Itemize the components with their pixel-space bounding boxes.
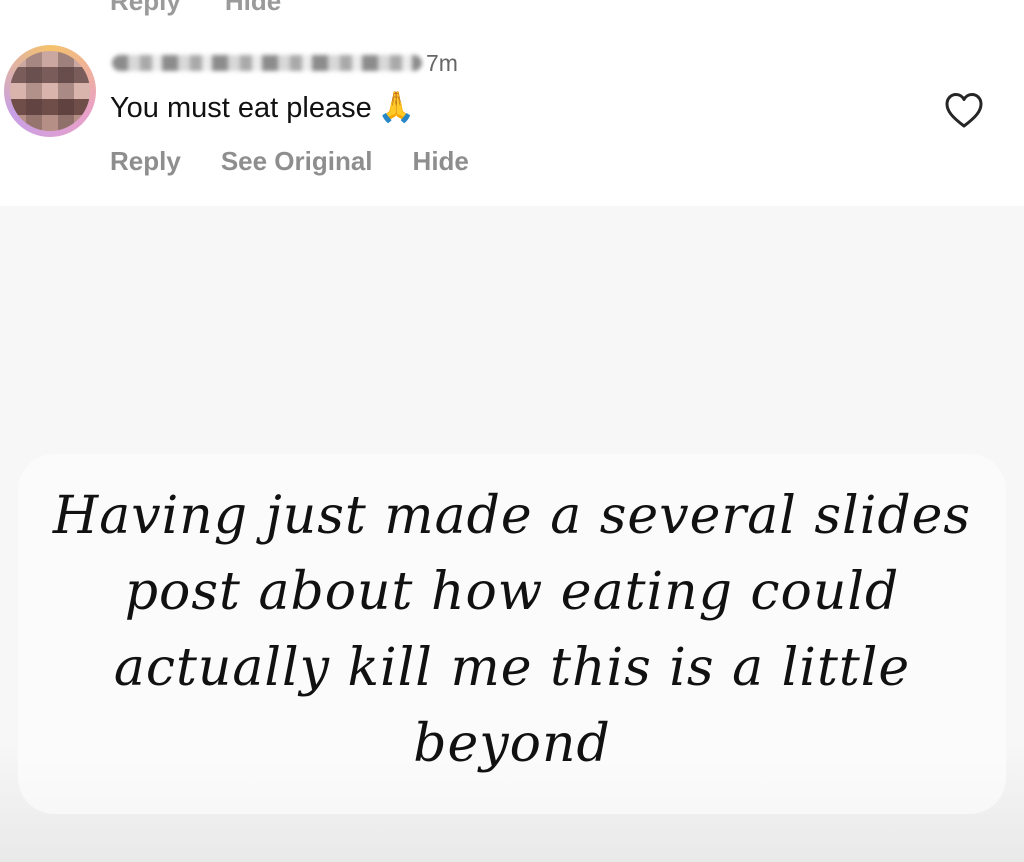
previous-reply-button[interactable]: Reply xyxy=(110,0,181,17)
slide-caption: Having just made a several slides post a… xyxy=(52,486,972,774)
reply-button[interactable]: Reply xyxy=(110,146,181,177)
hide-button[interactable]: Hide xyxy=(413,146,469,177)
previous-hide-button[interactable]: Hide xyxy=(225,0,281,17)
username-redacted xyxy=(112,55,422,71)
see-original-button[interactable]: See Original xyxy=(221,146,373,177)
comment-timestamp: 7m xyxy=(426,50,458,76)
praying-hands-icon: 🙏 xyxy=(377,90,416,125)
comment-actions: Reply See Original Hide xyxy=(110,146,469,177)
comment-section: Reply Hide 7m You must eat please 🙏 Reply… xyxy=(0,0,1024,206)
avatar[interactable] xyxy=(4,45,96,137)
story-slide: Having just made a several slides post a… xyxy=(0,206,1024,862)
heart-outline-icon[interactable] xyxy=(944,92,984,130)
previous-comment-actions: Reply Hide xyxy=(110,0,281,17)
comment-body: You must eat please xyxy=(110,92,372,124)
avatar-image xyxy=(10,51,90,131)
comment-text: You must eat please 🙏 xyxy=(110,90,415,125)
